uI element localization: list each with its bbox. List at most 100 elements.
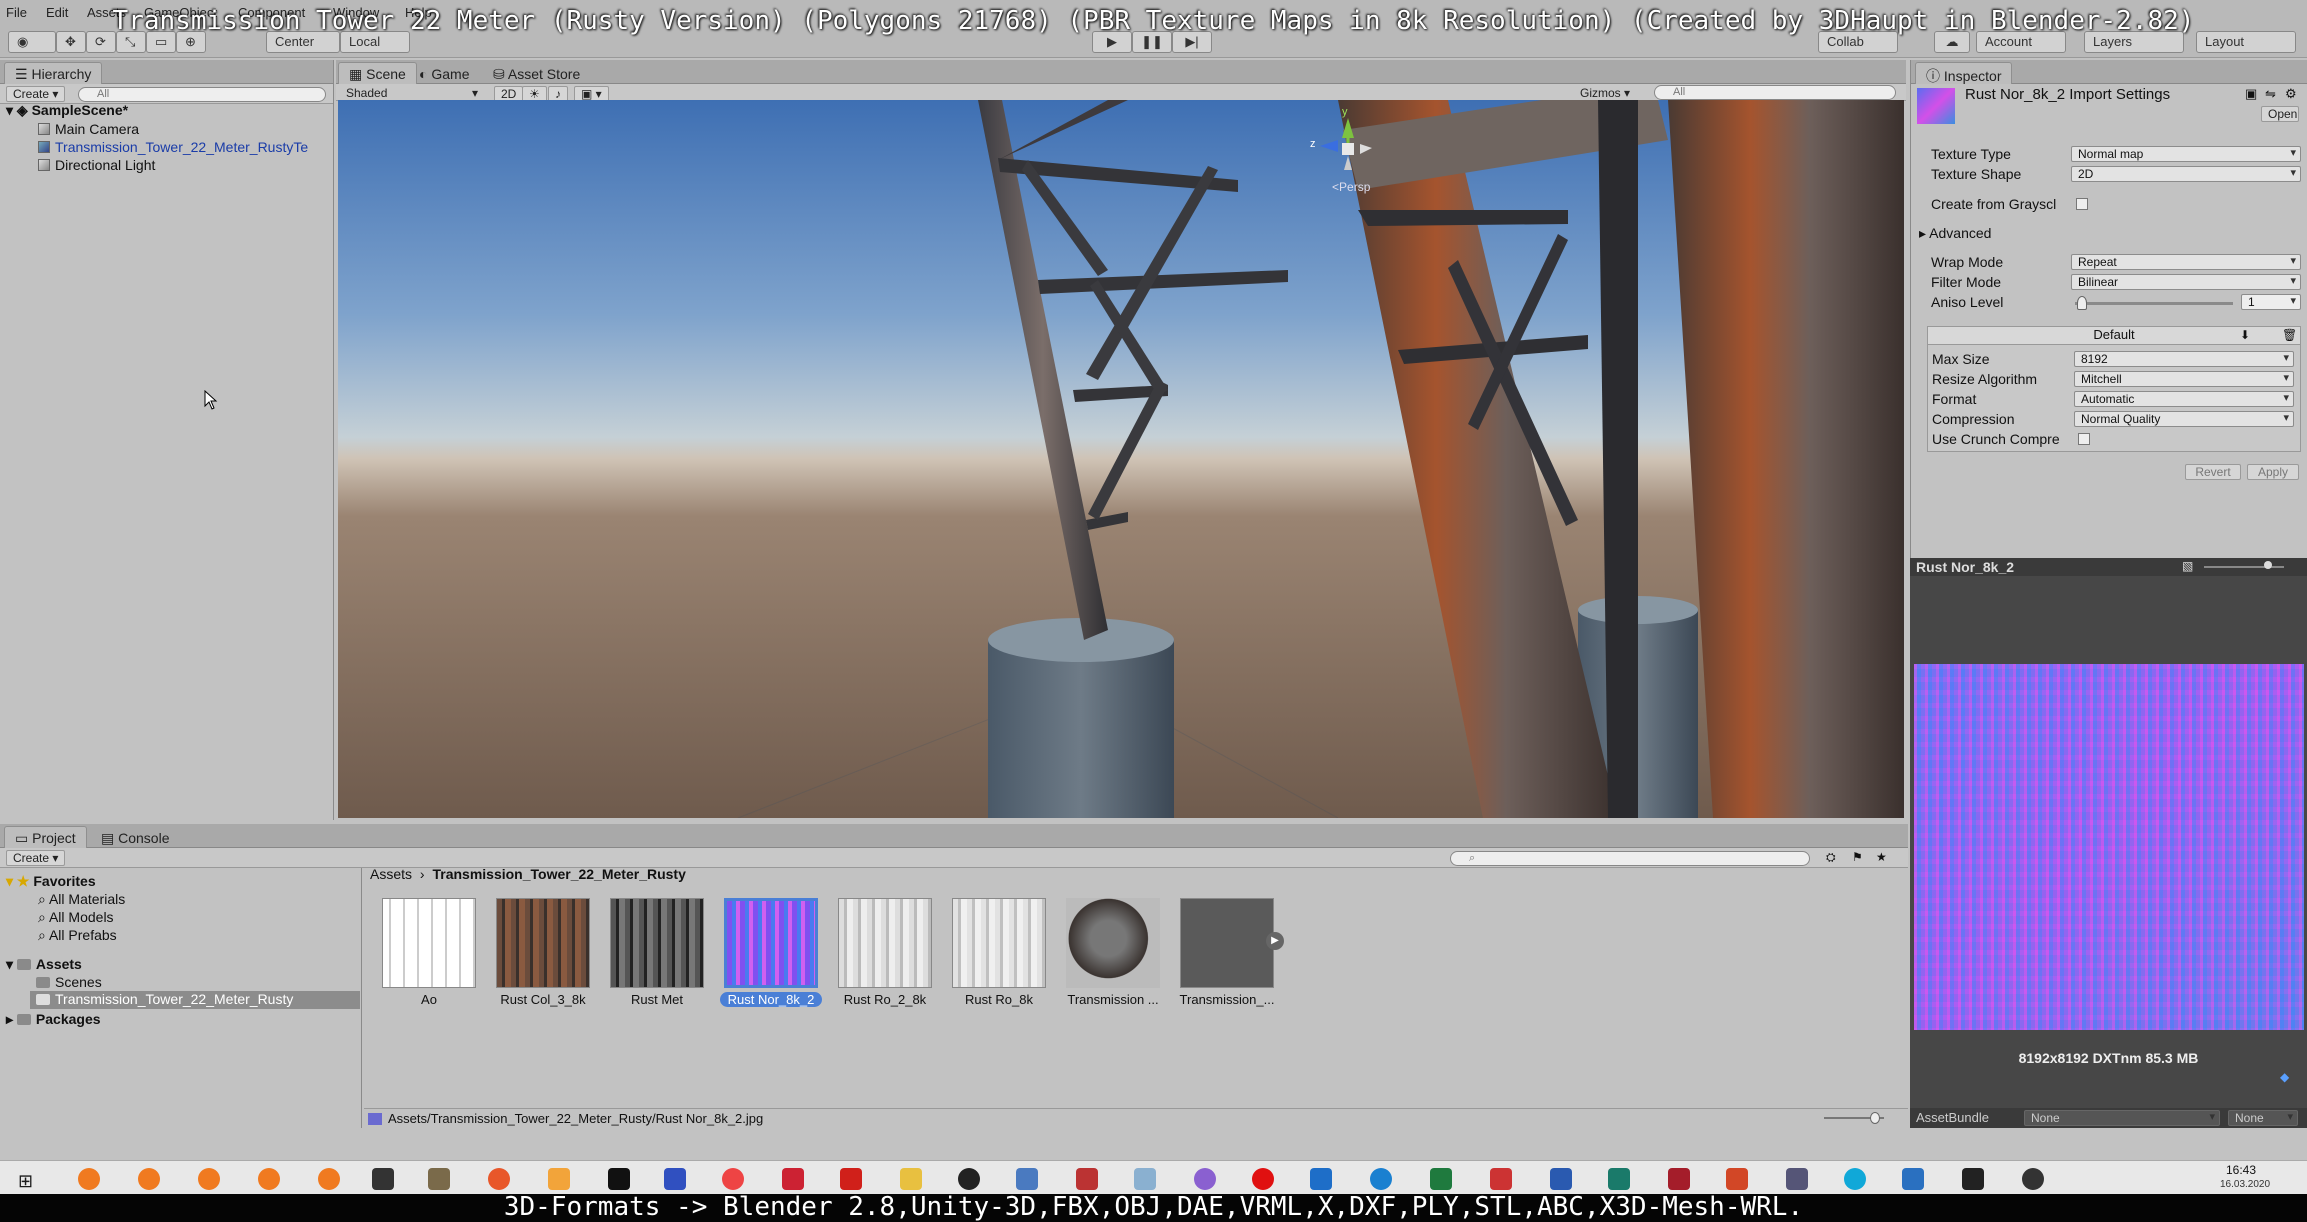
app-icon[interactable] xyxy=(428,1168,450,1190)
advanced-foldout[interactable]: ▸ Advanced xyxy=(1919,225,1991,242)
folder-transmission-tower[interactable]: Transmission_Tower_22_Meter_Rusty xyxy=(30,991,360,1009)
favorites-node[interactable]: ▾ ★ Favorites xyxy=(6,873,96,890)
project-search-input[interactable]: ⌕ xyxy=(1450,851,1810,866)
favorite-all-models[interactable]: ⌕ All Models xyxy=(38,909,114,926)
expand-arrow-icon[interactable]: ▶ xyxy=(1266,932,1284,950)
app-icon[interactable] xyxy=(1134,1168,1156,1190)
assets-node[interactable]: ▾ Assets xyxy=(6,956,82,973)
access-icon[interactable] xyxy=(1668,1168,1690,1190)
app-icon[interactable] xyxy=(1902,1168,1924,1190)
max-size-dropdown[interactable]: 8192 xyxy=(2074,351,2294,367)
favorite-all-prefabs[interactable]: ⌕ All Prefabs xyxy=(38,927,117,944)
app-icon[interactable] xyxy=(1076,1168,1098,1190)
asset-thumb-rust-ro-2[interactable] xyxy=(838,898,932,988)
scene-root-item[interactable]: ▾ ◈ SampleScene* xyxy=(6,102,128,119)
app-icon[interactable] xyxy=(958,1168,980,1190)
filter-label-icon[interactable]: ⚑ xyxy=(1852,850,1863,864)
asset-thumb-transmission-model[interactable] xyxy=(1180,898,1274,988)
tab-asset-store[interactable]: ⛁ Asset Store xyxy=(482,62,591,84)
edge-icon[interactable] xyxy=(1370,1168,1392,1190)
unity-icon[interactable] xyxy=(372,1168,394,1190)
opera-icon[interactable] xyxy=(1252,1168,1274,1190)
format-dropdown[interactable]: Automatic xyxy=(2074,391,2294,407)
packages-node[interactable]: ▸ Packages xyxy=(6,1011,101,1028)
inspector-help-icon[interactable]: ▣ xyxy=(2245,86,2257,102)
folder-scenes[interactable]: Scenes xyxy=(36,974,102,990)
app-icon[interactable] xyxy=(1786,1168,1808,1190)
asset-thumb-rust-met[interactable] xyxy=(610,898,704,988)
explorer-icon[interactable] xyxy=(900,1168,922,1190)
inspector-settings-icon[interactable]: ⚙ xyxy=(2285,86,2297,102)
blender-icon[interactable] xyxy=(318,1168,340,1190)
word-icon[interactable] xyxy=(1550,1168,1572,1190)
app-icon[interactable] xyxy=(548,1168,570,1190)
assetbundle-dropdown[interactable]: None xyxy=(2024,1110,2220,1126)
blender-icon[interactable] xyxy=(258,1168,280,1190)
filter-type-icon[interactable]: ⛭ xyxy=(1826,850,1836,865)
tab-project[interactable]: ▭ Project xyxy=(4,826,87,848)
wrap-mode-dropdown[interactable]: Repeat xyxy=(2071,254,2301,270)
scene-viewport[interactable]: y z <Persp xyxy=(338,100,1904,818)
mip-slider-thumb[interactable] xyxy=(2264,561,2272,569)
publisher-icon[interactable] xyxy=(1608,1168,1630,1190)
app-icon[interactable] xyxy=(722,1168,744,1190)
hierarchy-create-button[interactable]: Create ▾ xyxy=(6,86,66,102)
asset-thumb-rust-nor[interactable] xyxy=(724,898,818,988)
app-icon[interactable] xyxy=(782,1168,804,1190)
asset-thumb-rust-col[interactable] xyxy=(496,898,590,988)
apply-button[interactable]: Apply xyxy=(2247,464,2299,480)
hierarchy-item-light[interactable]: Directional Light xyxy=(38,157,155,173)
excel-icon[interactable] xyxy=(1430,1168,1452,1190)
resize-algorithm-dropdown[interactable]: Mitchell xyxy=(2074,371,2294,387)
aniso-slider-thumb[interactable] xyxy=(2077,296,2087,310)
aniso-level-input[interactable]: 1 xyxy=(2241,294,2301,310)
persp-label[interactable]: <Persp xyxy=(1332,180,1370,194)
project-create-button[interactable]: Create ▾ xyxy=(6,850,66,866)
hierarchy-item-main-camera[interactable]: Main Camera xyxy=(38,121,139,137)
revert-button[interactable]: Revert xyxy=(2185,464,2241,480)
texture-type-dropdown[interactable]: Normal map xyxy=(2071,146,2301,162)
app-icon[interactable] xyxy=(1194,1168,1216,1190)
app-icon[interactable] xyxy=(2022,1168,2044,1190)
asset-thumb-rust-ro[interactable] xyxy=(952,898,1046,988)
app-icon[interactable] xyxy=(1016,1168,1038,1190)
app-icon[interactable] xyxy=(1490,1168,1512,1190)
blender-icon[interactable] xyxy=(198,1168,220,1190)
assetbundle-variant-dropdown[interactable]: None xyxy=(2228,1110,2298,1126)
compression-dropdown[interactable]: Normal Quality xyxy=(2074,411,2294,427)
skype-icon[interactable] xyxy=(1844,1168,1866,1190)
save-icon[interactable] xyxy=(664,1168,686,1190)
thumbnail-size-slider-thumb[interactable] xyxy=(1870,1112,1880,1124)
blender-icon[interactable] xyxy=(78,1168,100,1190)
breadcrumb-root[interactable]: Assets xyxy=(370,866,412,882)
color-channel-icon[interactable]: ▧ xyxy=(2182,559,2193,573)
firefox-icon[interactable] xyxy=(488,1168,510,1190)
unity-icon[interactable] xyxy=(1962,1168,1984,1190)
trash-icon[interactable]: 🗑 xyxy=(2282,328,2297,342)
tab-game[interactable]: ◐ Game xyxy=(408,62,480,84)
outlook-icon[interactable] xyxy=(1310,1168,1332,1190)
terminal-icon[interactable] xyxy=(608,1168,630,1190)
tag-icon[interactable]: ◆ xyxy=(2280,1070,2289,1084)
clock-time[interactable]: 16:43 xyxy=(2226,1163,2256,1177)
aniso-slider-track[interactable] xyxy=(2075,302,2233,305)
favorite-star-icon[interactable]: ★ xyxy=(1876,850,1887,864)
powerpoint-icon[interactable] xyxy=(1726,1168,1748,1190)
tab-hierarchy[interactable]: ☰ Hierarchy xyxy=(4,62,103,84)
download-icon[interactable]: ⬇ xyxy=(2240,328,2250,342)
asset-thumb-transmission-material[interactable] xyxy=(1066,898,1160,988)
windows-start-icon[interactable]: ⊞ xyxy=(18,1171,33,1192)
blender-icon[interactable] xyxy=(138,1168,160,1190)
orientation-gizmo[interactable]: y z <Persp xyxy=(1308,106,1388,198)
open-button[interactable]: Open xyxy=(2261,106,2299,122)
tab-inspector[interactable]: ⓘ Inspector xyxy=(1915,62,2013,84)
mip-slider[interactable] xyxy=(2204,566,2284,568)
favorite-all-materials[interactable]: ⌕ All Materials xyxy=(38,891,125,908)
hierarchy-item-tower[interactable]: Transmission_Tower_22_Meter_RustyTe xyxy=(38,139,334,155)
create-from-grayscale-checkbox[interactable] xyxy=(2076,198,2088,210)
asset-thumb-ao[interactable] xyxy=(382,898,476,988)
texture-shape-dropdown[interactable]: 2D xyxy=(2071,166,2301,182)
clock-date[interactable]: 16.03.2020 xyxy=(2220,1179,2270,1190)
filter-mode-dropdown[interactable]: Bilinear xyxy=(2071,274,2301,290)
crunch-compression-checkbox[interactable] xyxy=(2078,433,2090,445)
